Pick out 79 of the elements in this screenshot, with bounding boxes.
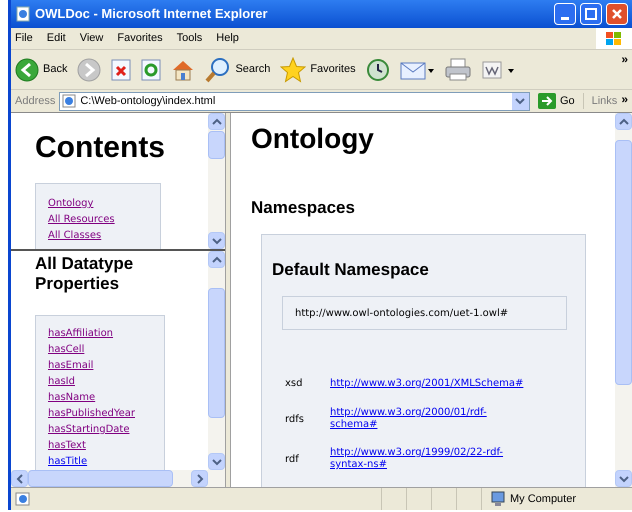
namespace-prefix: rdf [285,452,300,466]
menu-item[interactable]: Favorites [117,30,163,47]
scroll-left-button[interactable] [11,470,28,487]
edit-button[interactable] [482,58,516,80]
link[interactable]: All Classes [48,228,102,243]
link[interactable]: hasStartingDate [48,422,130,437]
scroll-down-button[interactable] [208,232,225,249]
maximize-icon [585,8,597,20]
page-icon [62,94,76,108]
namespace-link[interactable]: http://www.w3.org/2000/01/rdf-schema# [330,407,528,431]
forward-button[interactable] [77,58,102,82]
link[interactable]: hasId [48,374,75,389]
address-field[interactable]: C:\Web-ontology\index.html [59,92,530,110]
computer-icon [490,491,506,507]
more-chevron[interactable]: » [621,50,628,68]
star-icon [280,56,306,82]
window-title: OWLDoc - Microsoft Internet Explorer [35,5,269,24]
maximize-button[interactable] [580,3,602,25]
link[interactable]: hasPublishedYear [48,406,135,421]
search-button[interactable]: Search [205,56,270,82]
properties-heading: All Datatype Properties [35,254,134,294]
namespace-link[interactable]: http://www.w3.org/1999/02/22-rdf-syntax-ns# [330,447,528,471]
close-button[interactable] [606,3,628,25]
history-button[interactable] [366,58,390,82]
menu-item[interactable]: Help [216,30,239,47]
caret-icon [515,97,526,105]
page-heading: Ontology [251,125,375,153]
stop-button[interactable] [111,58,132,80]
scrollbar-thumb[interactable] [208,288,225,418]
favorites-button[interactable]: Favorites [280,56,356,82]
menu-item[interactable]: View [80,30,104,47]
links-chevron[interactable]: » [621,90,628,108]
menu-item[interactable]: File [15,30,33,47]
link[interactable]: hasCell [48,342,84,357]
printer-icon [444,58,472,82]
page-status-icon [15,491,31,507]
scroll-up-button[interactable] [208,251,225,268]
link[interactable]: hasAffiliation [48,326,114,341]
address-value: C:\Web-ontology\index.html [80,94,216,109]
back-button[interactable]: Back [15,58,68,82]
stop-icon [111,58,132,80]
default-namespace-uri: http://www.owl-ontologies.com/uet-1.owl# [295,306,508,320]
namespace-link[interactable]: http://www.w3.org/2001/XMLSchema# [330,378,528,390]
link[interactable]: hasTitle [48,454,88,469]
contents-heading: Contents [35,133,166,163]
browser-icon [15,6,31,22]
scroll-down-button[interactable] [208,453,225,470]
search-icon [205,56,232,82]
history-icon [366,58,390,82]
scrollbar-thumb[interactable] [208,131,225,159]
scroll-up-button[interactable] [208,113,225,130]
refresh-icon [141,58,162,80]
close-icon [611,8,623,20]
zone-label: My Computer [510,492,576,507]
link[interactable]: All Resources [48,212,115,227]
links-label[interactable]: Links [582,92,618,110]
document-edit-icon [482,58,516,80]
scroll-down-button[interactable] [615,470,632,487]
menu-item[interactable]: Tools [176,30,202,47]
subsection-heading: Default Namespace [272,261,430,278]
dropdown-button[interactable] [512,92,529,110]
link[interactable]: Ontology [48,196,94,211]
minimize-button[interactable] [554,3,576,25]
minimize-icon [561,17,569,20]
scroll-right-button[interactable] [191,470,208,487]
go-button[interactable]: Go [534,92,579,110]
namespace-prefix: xsd [285,377,304,391]
windows-logo-icon [605,30,623,46]
refresh-button[interactable] [141,58,162,80]
section-heading: Namespaces [251,199,356,216]
menu-item[interactable]: Edit [46,30,66,47]
link[interactable]: hasText [48,438,86,453]
print-button[interactable] [444,58,472,82]
namespace-prefix: rdfs [285,412,306,426]
link[interactable]: hasEmail [48,358,94,373]
address-label: Address [15,94,56,109]
scroll-up-button[interactable] [615,113,632,130]
link[interactable]: hasName [48,390,96,405]
scrollbar-thumb[interactable] [615,140,632,385]
